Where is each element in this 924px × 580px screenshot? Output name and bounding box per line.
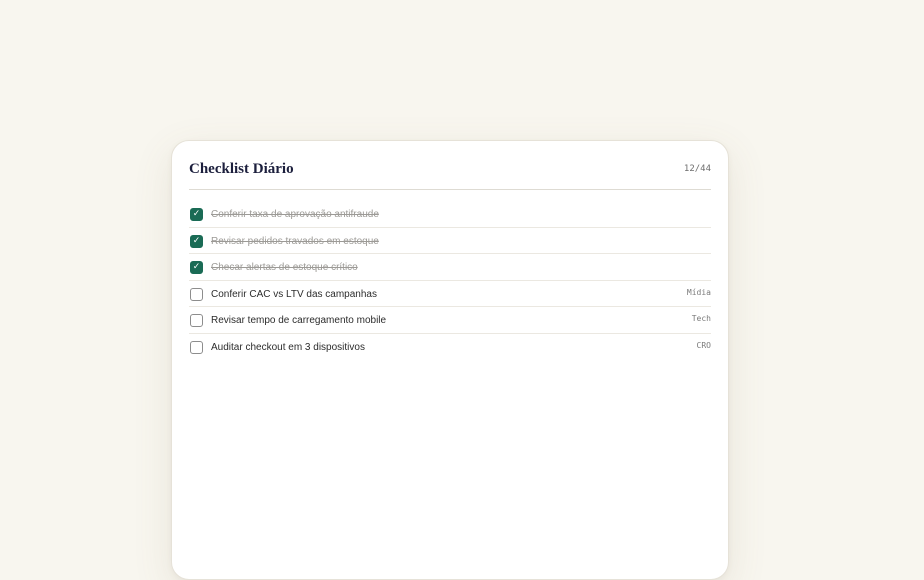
check-icon: ✓ <box>192 235 201 246</box>
category-tag: Mídia <box>686 287 711 297</box>
category-tag: CRO <box>696 340 711 350</box>
item-label: Revisar tempo de carregamento mobile <box>211 315 387 326</box>
checkbox[interactable] <box>190 287 203 301</box>
card-header: Checklist Diário 12/44 <box>189 141 711 190</box>
item-label: Auditar checkout em 3 dispositivos <box>211 341 365 353</box>
checklist-item[interactable]: ✓ Checar alertas de estoque crítico <box>189 254 711 281</box>
item-label: Checar alertas de estoque crítico <box>211 262 358 273</box>
checkbox[interactable]: ✓ <box>190 234 203 248</box>
checklist-item[interactable]: Conferir CAC vs LTV das campanhas Mídia <box>189 281 711 307</box>
checkbox[interactable] <box>190 340 203 354</box>
checklist: ✓ Conferir taxa de aprovação antifraude … <box>189 201 711 360</box>
item-label: Conferir taxa de aprovação antifraude <box>211 209 379 220</box>
checklist-item[interactable]: ✓ Conferir taxa de aprovação antifraude <box>189 201 711 228</box>
checkbox[interactable]: ✓ <box>190 261 203 274</box>
category-tag: Tech <box>691 314 711 323</box>
card-title: Checklist Diário <box>189 161 294 177</box>
checkbox[interactable]: ✓ <box>190 208 203 221</box>
checklist-item[interactable]: ✓ Revisar pedidos travados em estoque <box>189 228 711 254</box>
item-label: Conferir CAC vs LTV das campanhas <box>211 288 377 300</box>
checkbox[interactable] <box>190 314 203 327</box>
check-icon: ✓ <box>192 262 201 272</box>
progress-counter: 12/44 <box>683 164 711 174</box>
check-icon: ✓ <box>192 209 201 219</box>
checklist-item[interactable]: Auditar checkout em 3 dispositivos CRO <box>189 334 711 361</box>
checklist-item[interactable]: Revisar tempo de carregamento mobile Tec… <box>189 307 711 334</box>
checklist-card: Checklist Diário 12/44 ✓ Conferir taxa d… <box>171 140 729 580</box>
item-label: Revisar pedidos travados em estoque <box>211 235 379 247</box>
